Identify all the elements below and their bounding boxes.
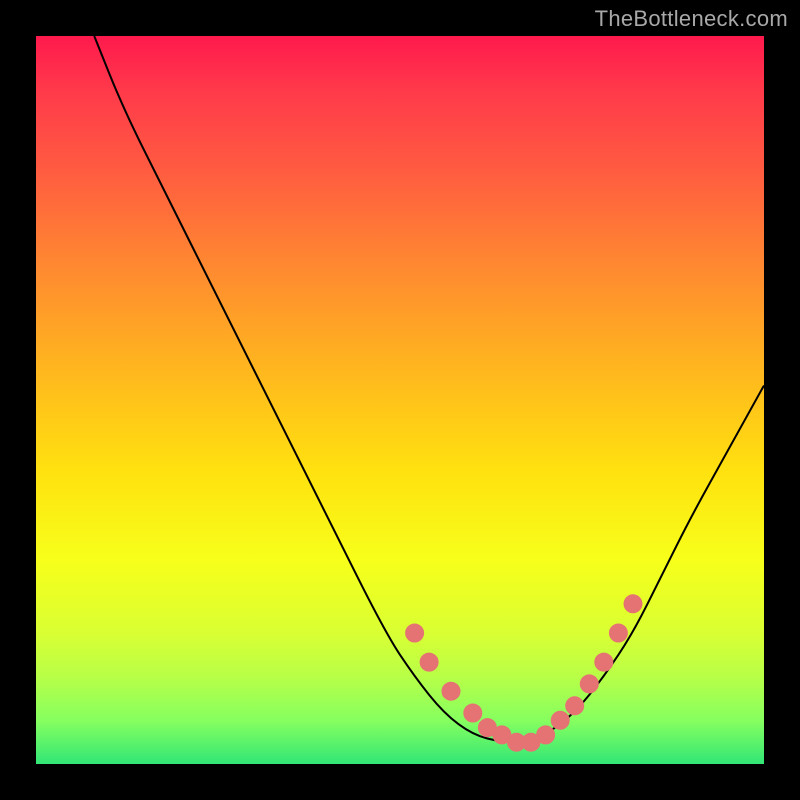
marker-point <box>580 675 598 693</box>
curve-svg <box>36 36 764 764</box>
marker-point <box>551 711 569 729</box>
chart-frame: TheBottleneck.com <box>0 0 800 800</box>
watermark-text: TheBottleneck.com <box>595 6 788 32</box>
marker-point <box>609 624 627 642</box>
marker-point <box>566 697 584 715</box>
plot-area <box>36 36 764 764</box>
marker-point <box>406 624 424 642</box>
marker-point <box>537 726 555 744</box>
marker-point <box>442 682 460 700</box>
bottleneck-curve <box>94 36 764 742</box>
marker-point <box>624 595 642 613</box>
marker-point <box>595 653 613 671</box>
marker-point <box>464 704 482 722</box>
marker-point <box>420 653 438 671</box>
